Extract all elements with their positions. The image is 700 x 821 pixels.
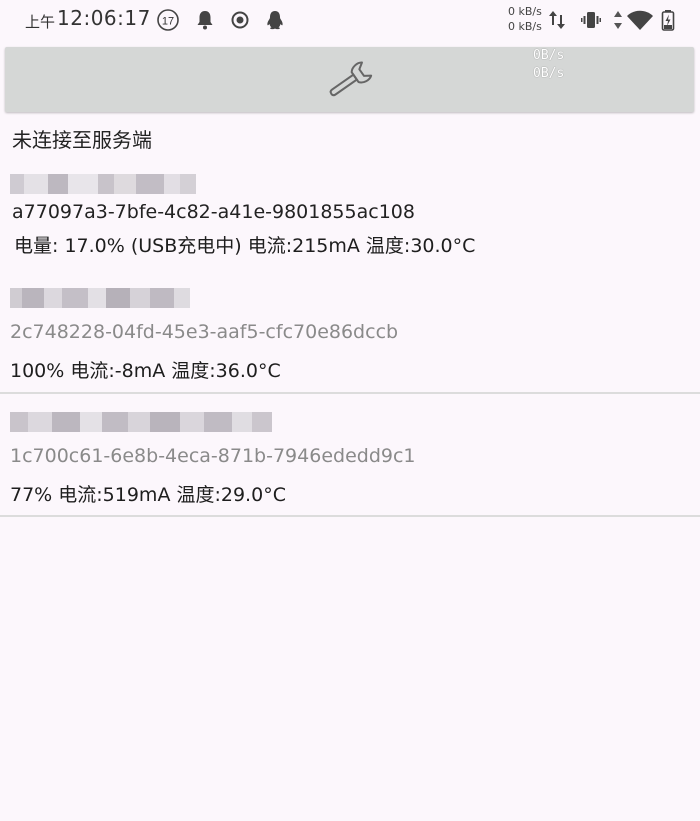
device-name-redacted bbox=[10, 412, 272, 432]
signal-arrows-icon bbox=[612, 8, 624, 32]
status-time: 12:06:17 bbox=[57, 6, 151, 30]
device-info: 77% 电流:519mA 温度:29.0°C bbox=[10, 484, 286, 506]
device-info: 100% 电流:-8mA 温度:36.0°C bbox=[10, 360, 281, 382]
device-id: a77097a3-7bfe-4c82-a41e-9801855ac108 bbox=[12, 201, 415, 223]
device-info: 电量: 17.0% (USB充电中) 电流:215mA 温度:30.0°C bbox=[14, 235, 476, 257]
vibrate-icon bbox=[579, 8, 603, 32]
notification-count-text: 17 bbox=[162, 16, 174, 28]
notification-count-icon: 17 bbox=[156, 8, 180, 32]
device-id: 1c700c61-6e8b-4eca-871b-7946ededd9c1 bbox=[10, 445, 416, 467]
divider bbox=[0, 515, 700, 517]
toolbar: 0B/s 0B/s bbox=[5, 47, 694, 112]
wrench-icon[interactable] bbox=[326, 61, 376, 99]
status-ampm: 上午 bbox=[25, 13, 56, 31]
connection-status: 未连接至服务端 bbox=[12, 128, 152, 152]
device-item[interactable]: a77097a3-7bfe-4c82-a41e-9801855ac108 电量:… bbox=[0, 170, 700, 270]
toolbar-speed-down: 0B/s bbox=[533, 66, 565, 81]
toolbar-speed-up: 0B/s bbox=[533, 48, 565, 63]
wifi-icon bbox=[626, 8, 654, 32]
device-id: 2c748228-04fd-45e3-aaf5-cfc70e86dccb bbox=[10, 321, 399, 343]
status-bar: 上午 12:06:17 17 0 kB/s 0 kB/s bbox=[0, 0, 700, 40]
device-name-redacted bbox=[10, 174, 196, 194]
device-item[interactable]: 1c700c61-6e8b-4eca-871b-7946ededd9c1 77%… bbox=[0, 408, 700, 516]
device-name-redacted bbox=[10, 288, 190, 308]
battery-charging-icon bbox=[660, 8, 676, 32]
network-speed: 0 kB/s 0 kB/s bbox=[508, 4, 542, 34]
net-down-speed: 0 kB/s bbox=[508, 20, 542, 33]
toolbar-speed: 0B/s 0B/s bbox=[533, 47, 564, 83]
divider bbox=[0, 392, 700, 394]
bell-icon bbox=[193, 8, 217, 32]
qq-icon bbox=[263, 8, 287, 32]
data-arrows-icon bbox=[546, 8, 570, 32]
record-icon bbox=[228, 8, 252, 32]
net-up-speed: 0 kB/s bbox=[508, 5, 542, 18]
device-item[interactable]: 2c748228-04fd-45e3-aaf5-cfc70e86dccb 100… bbox=[0, 285, 700, 393]
